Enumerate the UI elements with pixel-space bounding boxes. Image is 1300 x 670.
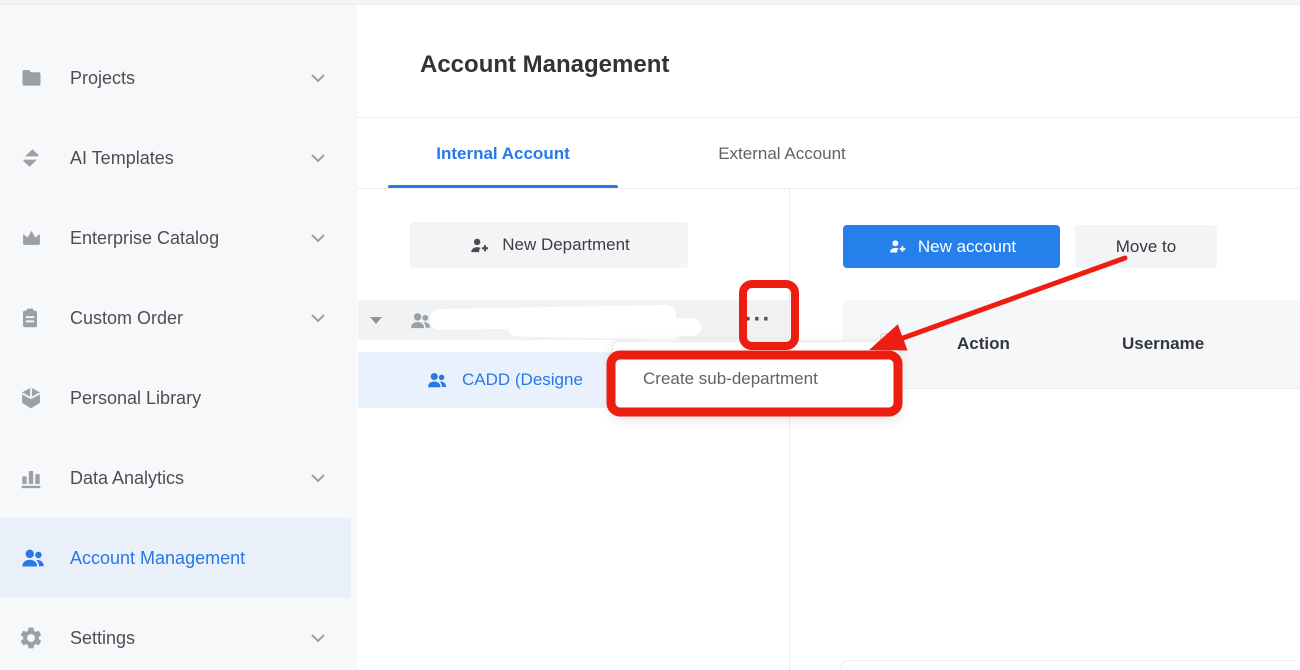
sidebar: Projects AI Templates Enterprise Catalog — [0, 5, 357, 670]
new-department-label: New Department — [502, 235, 630, 255]
main-content: Account Management Internal Account Exte… — [357, 5, 1300, 670]
sidebar-item-label: Data Analytics — [70, 468, 311, 489]
tab-label: Internal Account — [436, 144, 570, 164]
tab-internal-account[interactable]: Internal Account — [388, 118, 618, 189]
account-management-page: Projects AI Templates Enterprise Catalog — [0, 0, 1300, 670]
sidebar-item-label: Settings — [70, 628, 311, 649]
sidebar-item-label: Enterprise Catalog — [70, 228, 311, 249]
sidebar-item-custom-order[interactable]: Custom Order — [0, 278, 351, 358]
sidebar-item-ai-templates[interactable]: AI Templates — [0, 118, 351, 198]
sidebar-item-account-management[interactable]: Account Management — [0, 518, 351, 598]
sidebar-item-label: Personal Library — [70, 388, 325, 409]
chevron-down-icon — [311, 234, 325, 243]
tabs-bottom-divider — [357, 188, 1300, 189]
sub-department-label: CADD (Designe — [462, 370, 583, 390]
move-to-button[interactable]: Move to — [1075, 225, 1217, 268]
add-user-icon — [887, 237, 908, 256]
accounts-table-header: Action Username — [843, 300, 1300, 389]
sidebar-item-label: Account Management — [70, 548, 325, 569]
column-header-username: Username — [1122, 300, 1204, 388]
sidebar-item-enterprise-catalog[interactable]: Enterprise Catalog — [0, 198, 351, 278]
chevron-down-icon — [311, 154, 325, 163]
sidebar-item-label: Projects — [70, 68, 311, 89]
new-account-button[interactable]: New account — [843, 225, 1060, 268]
caret-down-icon[interactable] — [370, 317, 382, 324]
ai-templates-icon — [18, 144, 54, 172]
menu-item-create-sub-department[interactable]: Create sub-department — [613, 342, 899, 416]
gear-icon — [18, 624, 54, 652]
sidebar-item-data-analytics[interactable]: Data Analytics — [0, 438, 351, 518]
chevron-down-icon — [311, 74, 325, 83]
tab-external-account[interactable]: External Account — [692, 118, 872, 189]
crown-icon — [18, 224, 54, 252]
folder-icon — [18, 64, 54, 92]
add-user-icon — [468, 235, 491, 256]
context-menu: Create sub-department — [612, 341, 900, 417]
more-options-button[interactable]: ··· — [741, 300, 775, 340]
panel-divider — [789, 189, 790, 670]
page-title: Account Management — [420, 51, 669, 79]
tab-label: External Account — [718, 144, 846, 164]
column-header-action: Action — [957, 300, 1010, 388]
users-icon — [18, 544, 54, 572]
sidebar-item-personal-library[interactable]: Personal Library — [0, 358, 351, 438]
menu-item-label: Create sub-department — [643, 369, 818, 389]
move-to-label: Move to — [1116, 237, 1176, 257]
sidebar-item-label: AI Templates — [70, 148, 311, 169]
new-account-label: New account — [918, 237, 1016, 257]
sidebar-item-settings[interactable]: Settings — [0, 598, 351, 670]
clipboard-icon — [18, 304, 54, 332]
sub-department-users-icon — [425, 369, 449, 391]
sidebar-item-label: Custom Order — [70, 308, 311, 329]
sidebar-item-projects[interactable]: Projects — [0, 38, 351, 118]
more-options-icon: ··· — [745, 308, 772, 332]
chevron-down-icon — [311, 634, 325, 643]
table-body-container — [840, 660, 1296, 670]
redacted-department-name — [613, 318, 701, 336]
department-tree-node[interactable]: ··· — [358, 300, 789, 340]
new-department-button[interactable]: New Department — [410, 222, 688, 268]
chevron-down-icon — [311, 474, 325, 483]
bar-chart-icon — [18, 464, 54, 492]
cube-icon — [18, 384, 54, 412]
chevron-down-icon — [311, 314, 325, 323]
